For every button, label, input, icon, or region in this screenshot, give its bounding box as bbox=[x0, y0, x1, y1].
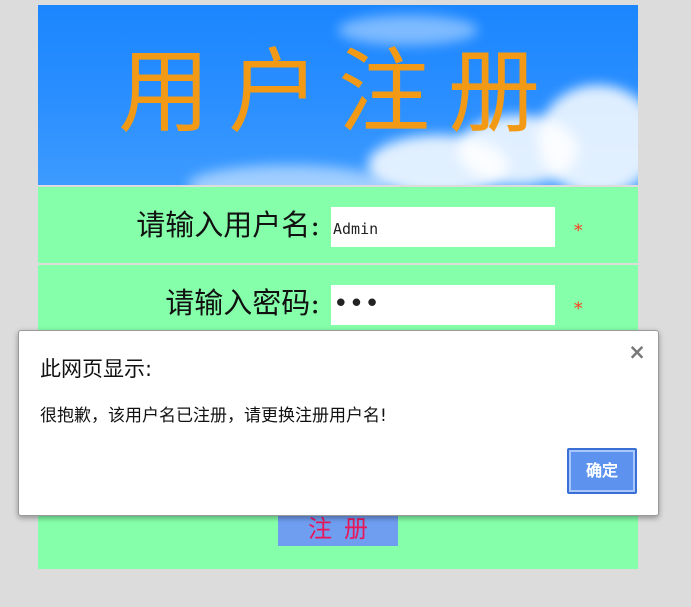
username-label: 请输入用户名: bbox=[136, 208, 320, 242]
cloud-decoration bbox=[188, 165, 388, 185]
dialog-message: 很抱歉，该用户名已注册，请更换注册用户名! bbox=[40, 406, 387, 426]
password-label: 请输入密码: bbox=[165, 286, 320, 320]
register-button[interactable]: 注册 bbox=[278, 512, 398, 546]
required-mark: * bbox=[574, 221, 583, 241]
required-mark: * bbox=[574, 299, 583, 319]
username-row: 请输入用户名: Admin * bbox=[38, 187, 638, 263]
close-icon[interactable]: × bbox=[628, 340, 646, 364]
page-title: 用户注册 bbox=[117, 39, 558, 146]
banner: 用户注册 bbox=[38, 5, 638, 185]
alert-dialog: 此网页显示: × 很抱歉，该用户名已注册，请更换注册用户名! 确定 bbox=[18, 330, 659, 516]
dialog-title: 此网页显示: bbox=[40, 357, 153, 381]
password-input[interactable]: ••• bbox=[331, 285, 555, 325]
ok-button[interactable]: 确定 bbox=[567, 448, 637, 494]
username-input[interactable]: Admin bbox=[331, 207, 555, 247]
